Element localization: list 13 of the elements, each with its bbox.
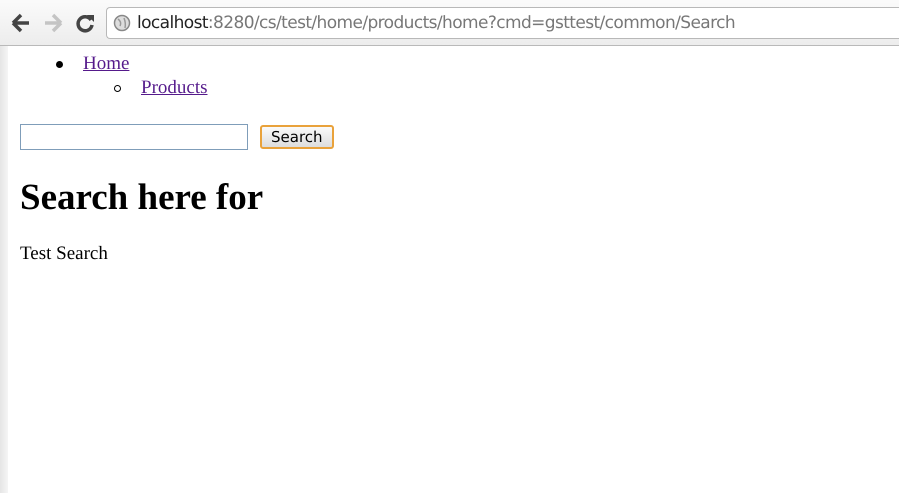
bullet-icon — [56, 60, 63, 68]
body-text: Test Search — [20, 243, 109, 265]
bullet-icon — [114, 84, 121, 92]
address-bar[interactable]: localhost:8280/cs/test/home/products/home?cmd=gsttest/common/Search — [106, 6, 899, 38]
back-icon[interactable] — [10, 12, 32, 34]
search-button[interactable]: Search — [260, 125, 334, 149]
url-host: localhost — [137, 12, 208, 32]
globe-icon — [113, 14, 131, 32]
nav-link[interactable]: Products — [141, 77, 208, 99]
page-heading: Search here for — [20, 176, 264, 219]
nav-link[interactable]: Home — [83, 53, 130, 75]
search-field[interactable] — [20, 124, 248, 150]
url-path: :8280/cs/test/home/products/home?cmd=gsttest/common/Search — [208, 12, 736, 32]
